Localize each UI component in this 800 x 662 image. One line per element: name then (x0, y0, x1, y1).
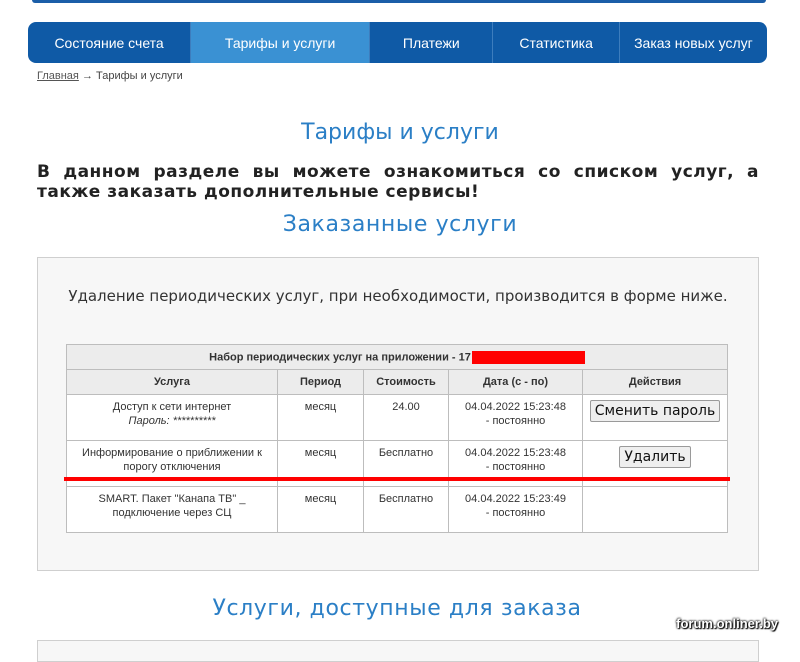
breadcrumb-current: Тарифы и услуги (96, 70, 183, 82)
date-cell: 04.04.2022 15:23:48 - постоянно (448, 394, 583, 441)
service-name: Доступ к сети интернет (112, 401, 232, 413)
nav-order-services[interactable]: Заказ новых услуг (620, 22, 767, 63)
password-value: ********** (172, 415, 216, 427)
breadcrumb: Главная → Тарифы и услуги (37, 70, 183, 82)
ordered-services-panel: Удаление периодических услуг, при необхо… (37, 257, 759, 571)
col-header-service: Услуга (66, 369, 278, 395)
nav-payments[interactable]: Платежи (370, 22, 494, 63)
cost-cell: 24.00 (363, 394, 449, 441)
breadcrumb-separator: → (81, 70, 93, 82)
cost-cell: Бесплатно (363, 486, 449, 533)
top-strip (32, 0, 766, 3)
col-header-date: Дата (с - по) (448, 369, 583, 395)
available-services-heading: Услуги, доступные для заказа (212, 596, 582, 621)
period-cell: месяц (277, 394, 364, 441)
forum-watermark: forum.onliner.by (676, 616, 778, 631)
date-to: - постоянно (485, 461, 546, 473)
main-nav: Состояние счета Тарифы и услуги Платежи … (28, 22, 767, 63)
change-password-button[interactable]: Сменить пароль (589, 400, 721, 422)
col-header-actions: Действия (582, 369, 728, 395)
service-cell: Доступ к сети интернет Пароль: *********… (66, 394, 278, 441)
services-table: Набор периодических услуг на приложении … (66, 344, 728, 533)
nav-account-status[interactable]: Состояние счета (28, 22, 192, 63)
date-to: - постоянно (485, 415, 546, 427)
actions-cell: Сменить пароль (582, 394, 728, 441)
table-row: SMART. Пакет "Канапа ТВ" _ подключение ч… (66, 486, 728, 533)
password-line: Пароль: ********** (71, 414, 273, 428)
red-annotation-line (64, 477, 730, 481)
col-header-cost: Стоимость (363, 369, 449, 395)
available-services-panel (37, 640, 759, 662)
date-from: 04.04.2022 15:23:48 (465, 447, 566, 459)
redaction-box (471, 350, 585, 364)
col-header-period: Период (277, 369, 364, 395)
period-cell: месяц (277, 486, 364, 533)
delete-button[interactable]: Удалить (619, 446, 691, 468)
actions-cell (582, 486, 728, 533)
password-label: Пароль: (128, 415, 170, 427)
date-from: 04.04.2022 15:23:49 (465, 493, 566, 505)
nav-tariffs-services[interactable]: Тарифы и услуги (191, 22, 371, 63)
nav-statistics[interactable]: Статистика (493, 22, 620, 63)
removal-note: Удаление периодических услуг, при необхо… (68, 287, 728, 305)
table-row: Доступ к сети интернет Пароль: *********… (66, 394, 728, 441)
service-cell: SMART. Пакет "Канапа ТВ" _ подключение ч… (66, 486, 278, 533)
breadcrumb-home-link[interactable]: Главная (37, 70, 79, 82)
date-to: - постоянно (485, 507, 546, 519)
date-cell: 04.04.2022 15:23:49 - постоянно (448, 486, 583, 533)
table-caption: Набор периодических услуг на приложении … (66, 344, 728, 370)
table-caption-text: Набор периодических услуг на приложении … (209, 350, 471, 363)
page-intro: В данном разделе вы можете ознакомиться … (37, 162, 759, 202)
page-title: Тарифы и услуги (301, 120, 499, 145)
date-from: 04.04.2022 15:23:48 (465, 401, 566, 413)
ordered-services-heading: Заказанные услуги (282, 212, 518, 237)
